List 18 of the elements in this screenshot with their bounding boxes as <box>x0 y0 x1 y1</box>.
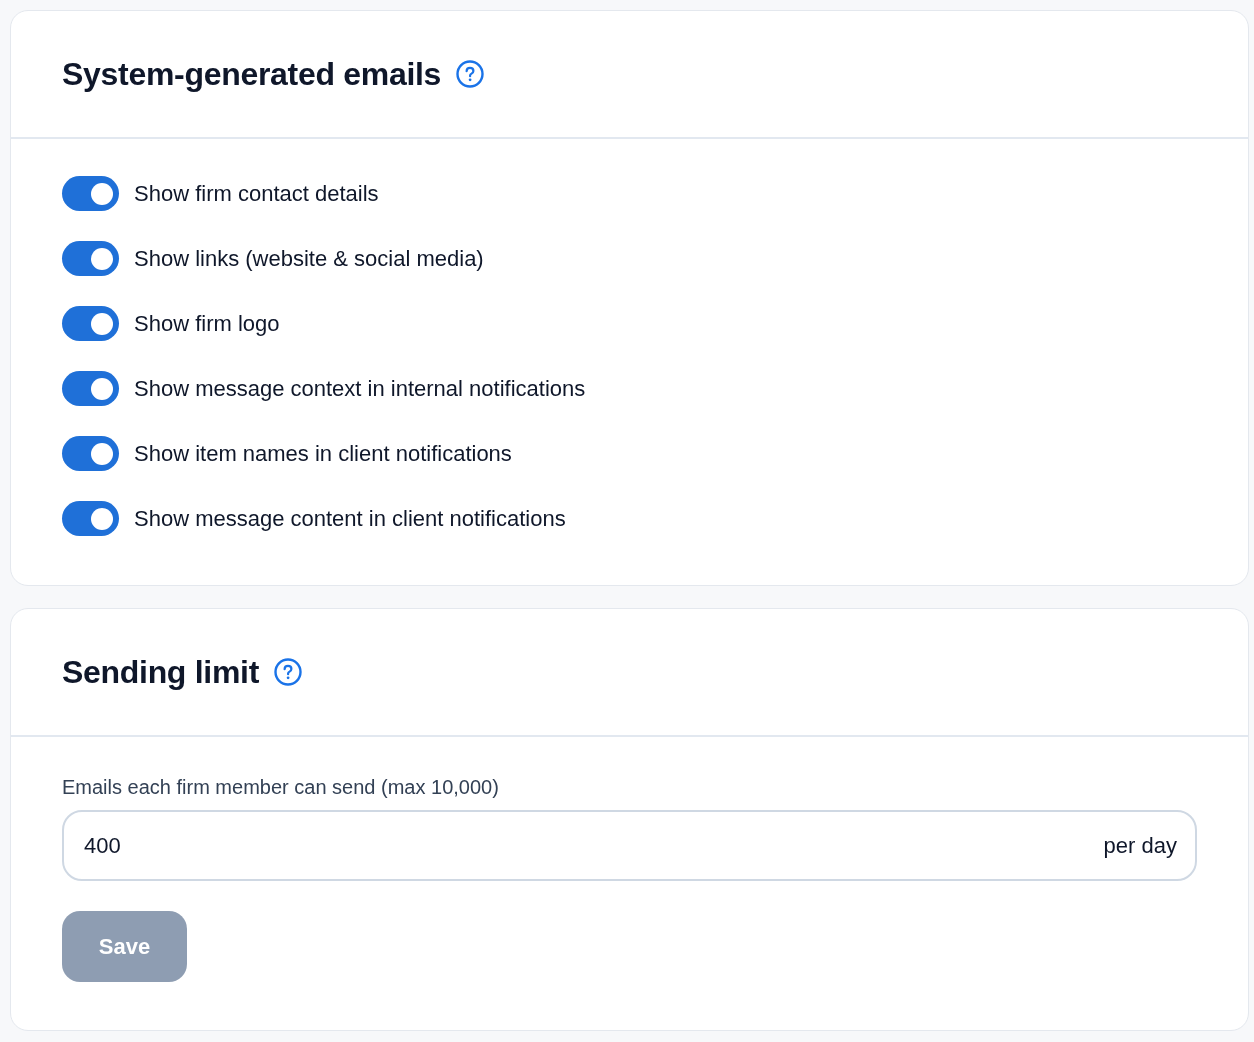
toggle-switch[interactable] <box>62 306 119 341</box>
section-title: Sending limit <box>62 653 259 692</box>
toggle-label: Show links (website & social media) <box>134 244 484 273</box>
toggle-label: Show firm logo <box>134 309 280 338</box>
toggle-switch[interactable] <box>62 436 119 471</box>
help-icon[interactable] <box>274 658 302 686</box>
unit-label: per day <box>1103 831 1177 860</box>
toggle-label: Show item names in client notifications <box>134 439 512 468</box>
toggle-label: Show message context in internal notifications <box>134 374 586 403</box>
help-icon[interactable] <box>456 60 485 88</box>
section-title: System-generated emails <box>62 55 442 94</box>
field-label: Emails each firm member can send (max 10,000) <box>62 775 499 800</box>
toggle-switch[interactable] <box>62 371 119 406</box>
toggle-switch[interactable] <box>62 241 119 276</box>
toggle-switch[interactable] <box>62 176 119 211</box>
toggle-label: Show message content in client notifications <box>134 504 566 533</box>
toggle-switch[interactable] <box>62 501 119 536</box>
toggle-label: Show firm contact details <box>134 179 379 208</box>
